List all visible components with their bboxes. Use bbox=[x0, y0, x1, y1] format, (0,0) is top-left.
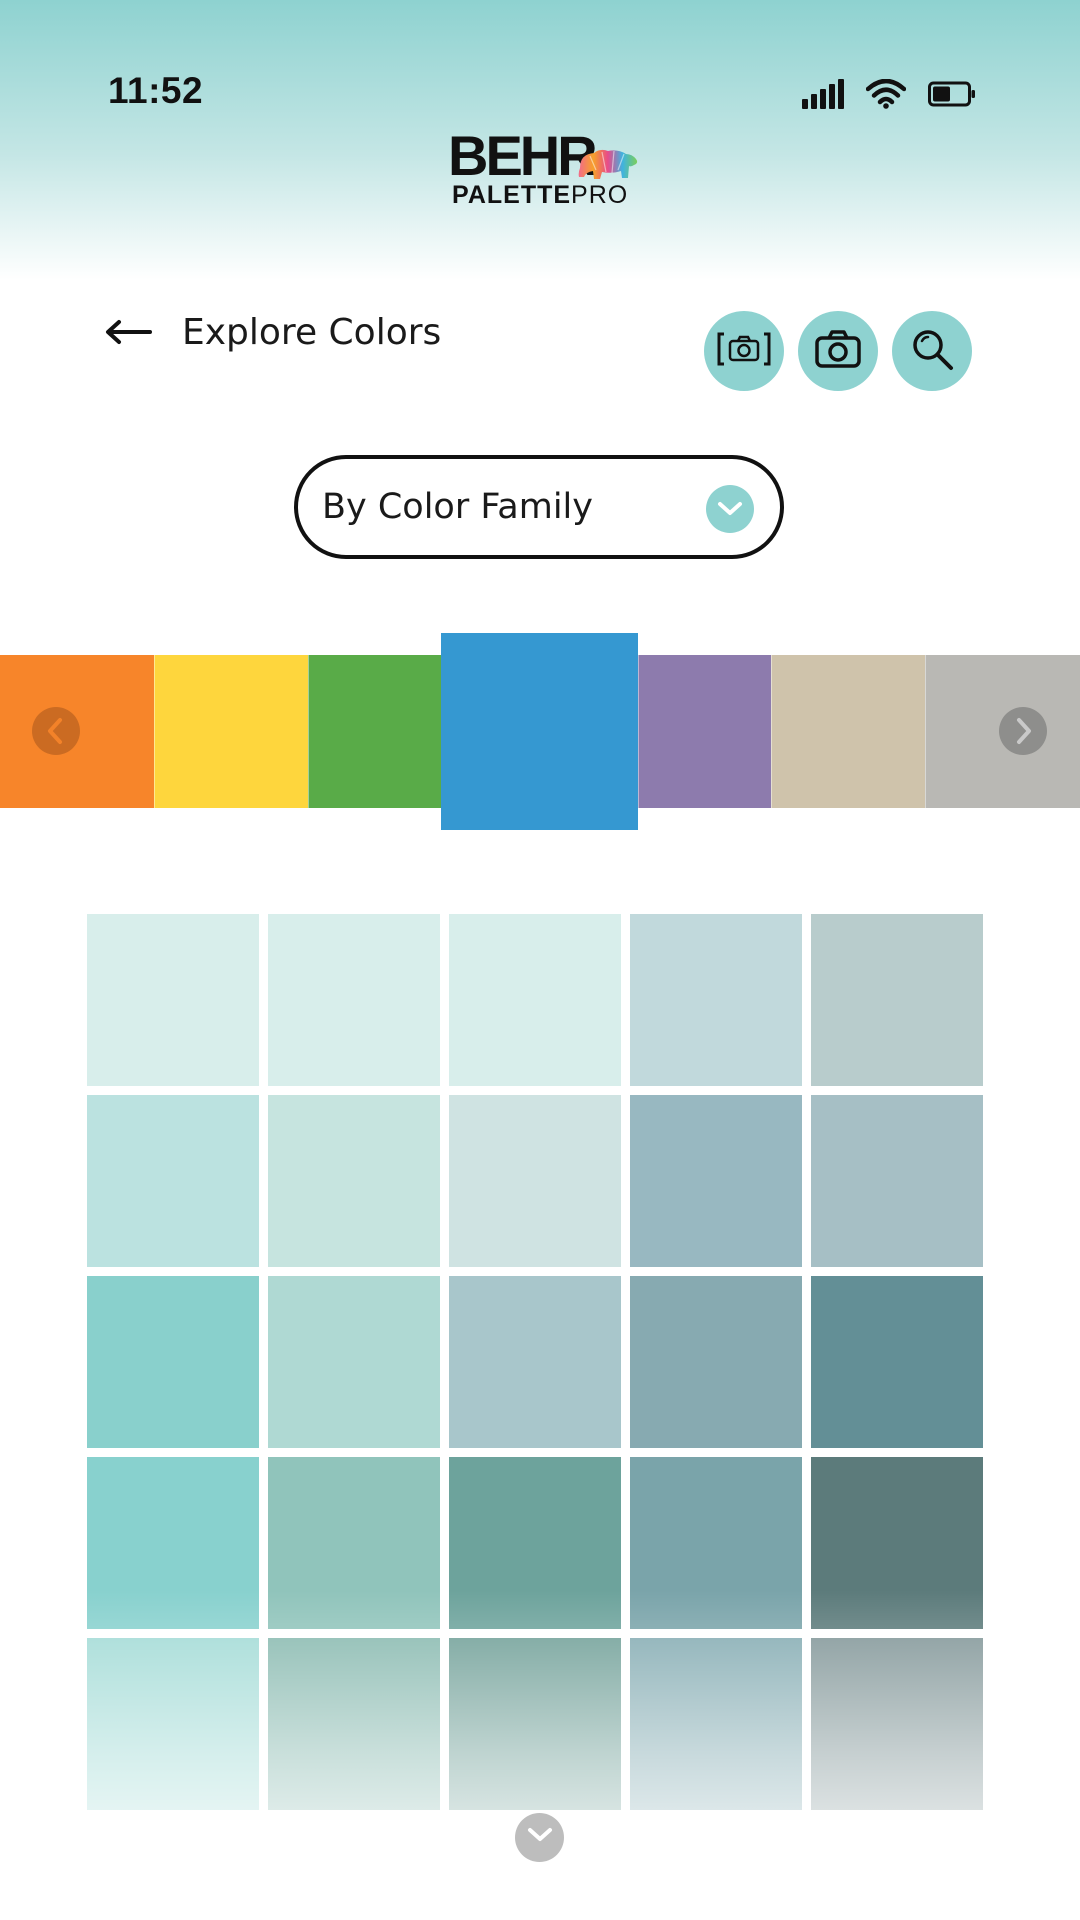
color-family-swatch[interactable] bbox=[154, 655, 308, 808]
color-swatch[interactable] bbox=[630, 1638, 802, 1810]
wifi-icon bbox=[866, 79, 906, 109]
color-family-strip bbox=[0, 633, 1080, 830]
color-swatch[interactable] bbox=[811, 914, 983, 1086]
chevron-down-icon[interactable] bbox=[706, 485, 754, 533]
color-swatch[interactable] bbox=[811, 1638, 983, 1810]
color-swatch[interactable] bbox=[268, 1457, 440, 1629]
logo-sub-regular: PRO bbox=[571, 181, 629, 209]
page-title: Explore Colors bbox=[182, 311, 442, 353]
color-swatch[interactable] bbox=[268, 1638, 440, 1810]
chevron-down-icon bbox=[527, 1827, 553, 1848]
color-swatch[interactable] bbox=[811, 1095, 983, 1267]
chevron-left-icon[interactable] bbox=[32, 707, 80, 755]
color-swatch[interactable] bbox=[268, 1276, 440, 1448]
signal-icon bbox=[802, 79, 844, 109]
color-swatch[interactable] bbox=[811, 1276, 983, 1448]
color-swatch[interactable] bbox=[449, 1457, 621, 1629]
color-swatch[interactable] bbox=[630, 1457, 802, 1629]
color-swatch[interactable] bbox=[449, 914, 621, 1086]
color-swatch[interactable] bbox=[87, 1095, 259, 1267]
color-swatch[interactable] bbox=[449, 1095, 621, 1267]
color-swatch[interactable] bbox=[630, 1276, 802, 1448]
color-swatch-grid bbox=[87, 914, 993, 1812]
color-family-swatch[interactable] bbox=[771, 655, 925, 808]
color-family-swatch[interactable] bbox=[441, 633, 638, 830]
logo-subtitle: PALETTEPRO bbox=[452, 182, 628, 208]
camera-icon bbox=[814, 329, 862, 374]
color-swatch[interactable] bbox=[449, 1638, 621, 1810]
search-icon bbox=[910, 327, 954, 376]
color-swatch[interactable] bbox=[87, 1457, 259, 1629]
status-time: 11:52 bbox=[108, 70, 204, 111]
color-swatch[interactable] bbox=[630, 914, 802, 1086]
logo-sub-bold: PALETTE bbox=[452, 181, 572, 209]
explore-colors-screen: 11:52 BEHR PALETTEPRO Explore Colors By … bbox=[0, 0, 1080, 1920]
color-swatch[interactable] bbox=[268, 1095, 440, 1267]
color-swatch[interactable] bbox=[268, 914, 440, 1086]
back-arrow-icon[interactable] bbox=[104, 317, 152, 347]
color-family-swatch[interactable] bbox=[638, 655, 771, 808]
color-swatch[interactable] bbox=[87, 1276, 259, 1448]
logo-brand: BEHR bbox=[448, 124, 598, 187]
battery-icon bbox=[928, 81, 976, 107]
chevron-right-icon[interactable] bbox=[999, 707, 1047, 755]
color-swatch[interactable] bbox=[630, 1095, 802, 1267]
color-swatch[interactable] bbox=[87, 914, 259, 1086]
bear-logo-icon bbox=[576, 146, 640, 184]
scroll-more-button[interactable] bbox=[515, 1813, 564, 1862]
camera-button[interactable] bbox=[798, 311, 878, 391]
color-swatch[interactable] bbox=[87, 1638, 259, 1810]
search-button[interactable] bbox=[892, 311, 972, 391]
scan-icon bbox=[716, 332, 772, 371]
status-icons bbox=[802, 76, 976, 112]
color-family-swatch[interactable] bbox=[308, 655, 441, 808]
back-navigation[interactable]: Explore Colors bbox=[104, 310, 441, 354]
color-swatch[interactable] bbox=[449, 1276, 621, 1448]
dropdown-selected-value: By Color Family bbox=[322, 487, 593, 527]
behr-palettepro-logo: BEHR PALETTEPRO bbox=[448, 128, 638, 208]
color-filter-dropdown[interactable]: By Color Family bbox=[294, 455, 784, 559]
color-swatch[interactable] bbox=[811, 1457, 983, 1629]
scan-color-button[interactable] bbox=[704, 311, 784, 391]
